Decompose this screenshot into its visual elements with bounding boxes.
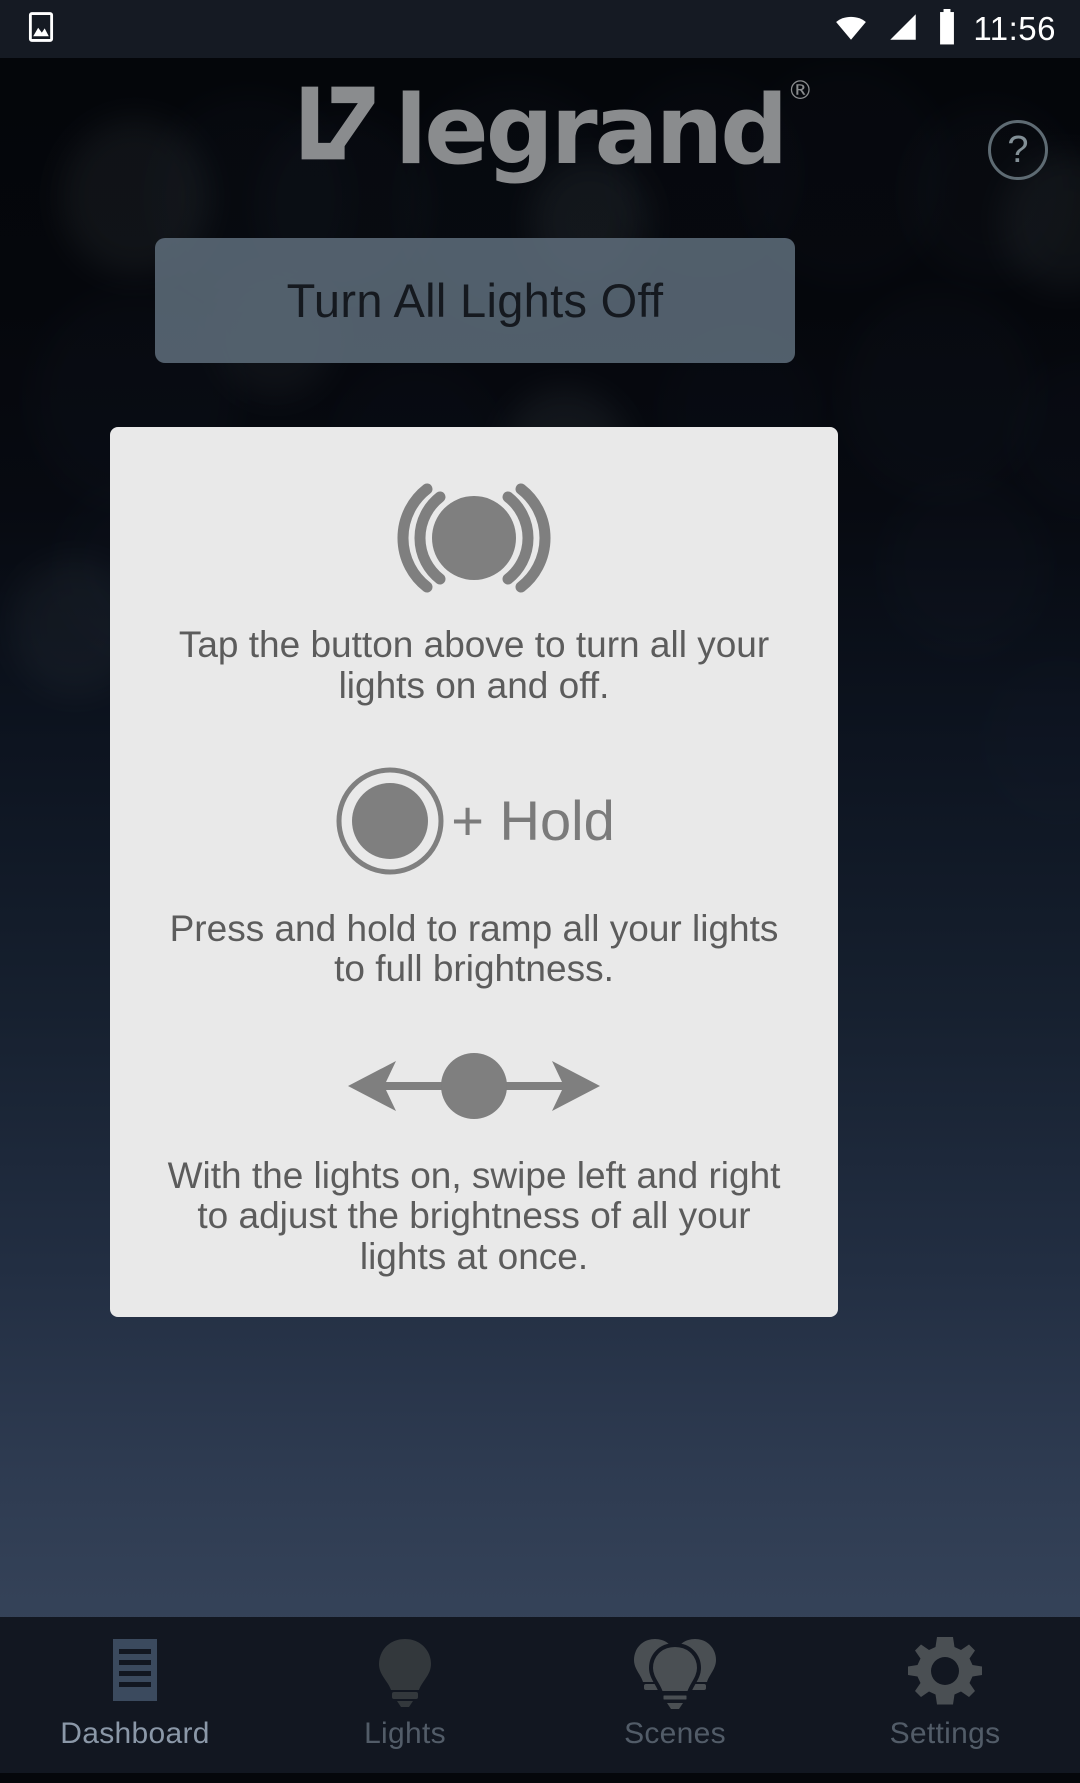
press-hold-icon: + Hold [333,764,615,878]
swipe-left-right-icon [340,1047,608,1125]
bokeh-circle [1010,358,1080,516]
nav-item-scenes[interactable]: Scenes [540,1617,810,1783]
tap-press-icon [379,483,569,593]
status-bar-clock: 11:56 [973,10,1056,47]
help-icon[interactable]: ? [988,120,1048,180]
cellular-signal-icon [885,10,921,49]
nav-label-scenes: Scenes [624,1717,726,1750]
turn-all-lights-off-label: Turn All Lights Off [286,274,664,327]
legrand-wordmark: legrand [394,75,789,186]
image-icon [24,10,58,49]
status-bar-left [24,10,58,49]
status-bar-right: 11:56 [831,8,1056,50]
gear-icon [907,1633,983,1711]
nav-item-settings[interactable]: Settings [810,1617,1080,1783]
press-hold-label: + Hold [451,789,615,853]
legrand-logo: legrand ® [0,78,1080,182]
bokeh-circle [880,478,1050,657]
app-header: legrand ® ? [0,58,1080,218]
registered-trademark-mark: ® [787,75,814,106]
instructions-card: Tap the button above to turn all your li… [110,427,838,1317]
nav-label-dashboard: Dashboard [60,1717,210,1750]
navigation-bottom-strip [0,1773,1080,1783]
battery-icon [935,8,959,50]
legrand-logo-mark [295,80,381,182]
nav-item-dashboard[interactable]: Dashboard [0,1617,270,1783]
lightbulb-icon [369,1633,441,1711]
instruction-text-swipe: With the lights on, swipe left and right… [167,1155,781,1277]
bokeh-circle [840,288,1040,498]
turn-all-lights-off-button[interactable]: Turn All Lights Off [155,238,795,363]
nav-item-lights[interactable]: Lights [270,1617,540,1783]
dashboard-list-icon [99,1633,171,1711]
legrand-logo-text: legrand ® [395,78,814,179]
nav-label-lights: Lights [364,1717,446,1750]
instruction-text-tap: Tap the button above to turn all your li… [178,624,770,706]
multiple-bulbs-icon [629,1633,721,1711]
wifi-icon [831,10,871,49]
instruction-text-hold: Press and hold to ramp all your lights t… [169,907,779,990]
bottom-navigation-bar: Dashboard Lights Scenes Settings [0,1617,1080,1783]
help-question-mark: ? [1007,129,1029,171]
nav-label-settings: Settings [889,1717,1001,1750]
status-bar: 11:56 [0,0,1080,58]
bokeh-circle [980,658,1080,826]
